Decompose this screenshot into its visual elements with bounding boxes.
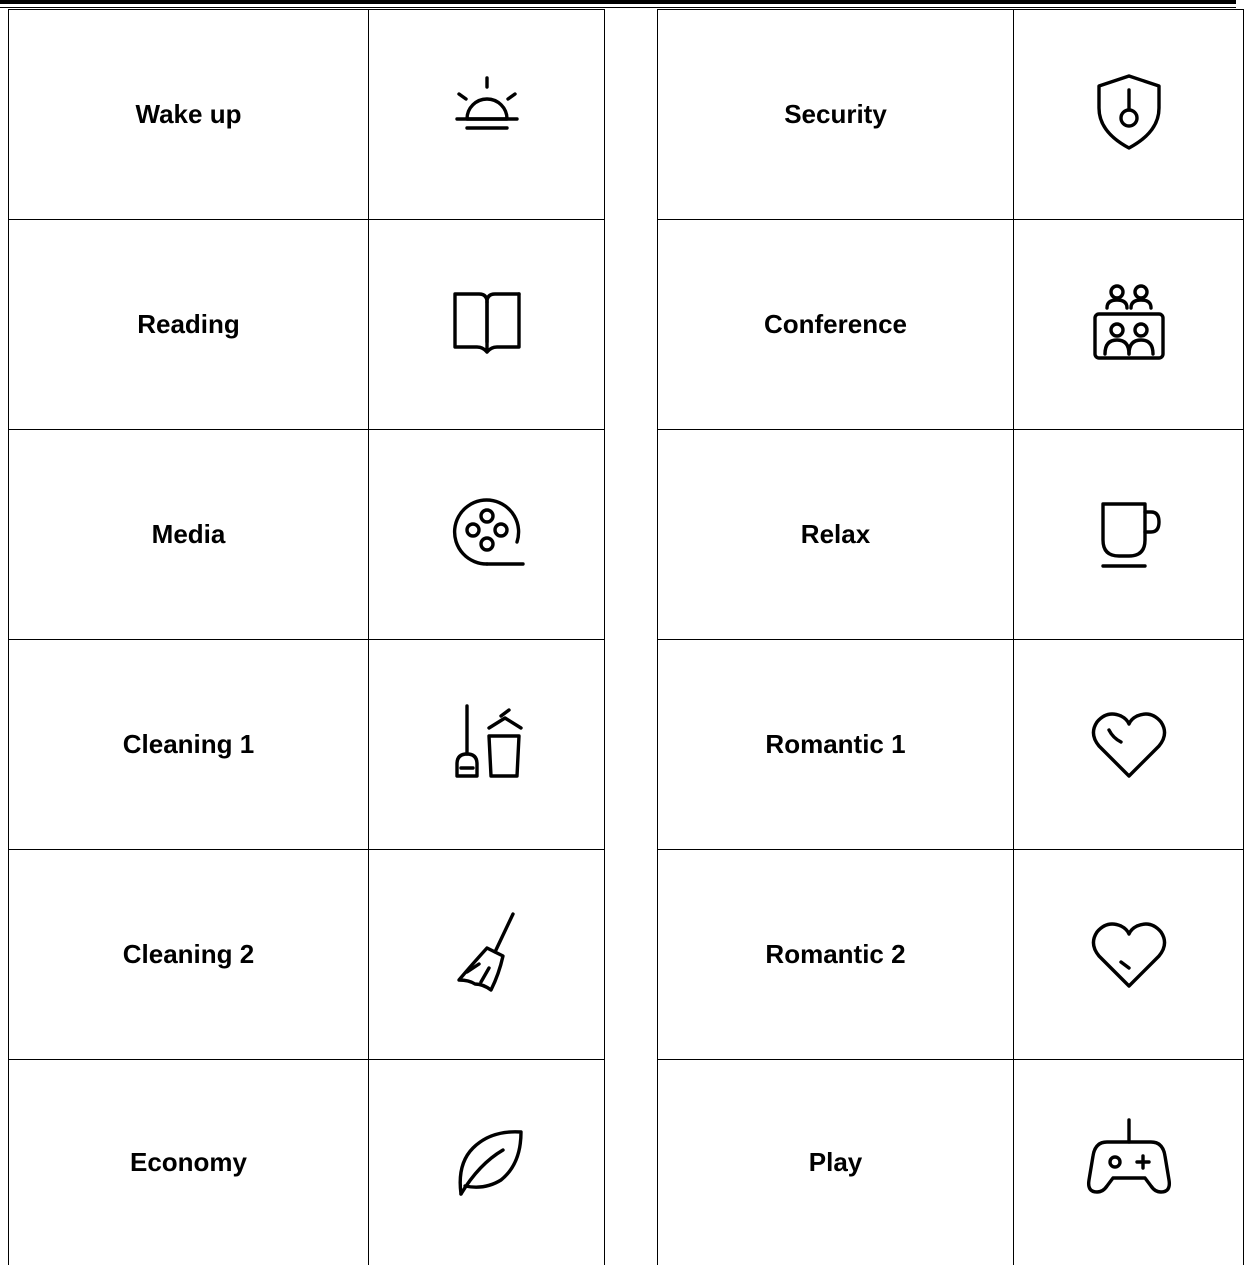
scene-label: Conference <box>763 309 908 339</box>
label-cell: Economy <box>8 1059 369 1265</box>
scene-label: Cleaning 2 <box>122 939 255 969</box>
table-row: Romantic 2 <box>657 849 1244 1060</box>
label-cell: Play <box>657 1059 1014 1265</box>
table-row: Media <box>8 429 605 640</box>
top-rule-thick <box>0 0 1236 4</box>
label-cell: Romantic 2 <box>657 849 1014 1060</box>
heart-icon <box>1081 904 1177 1000</box>
scene-table-right: Security Conference Relax Romantic 1 Rom… <box>657 9 1244 1265</box>
icon-cell <box>1013 219 1244 430</box>
table-row: Romantic 1 <box>657 639 1244 850</box>
table-row: Wake up <box>8 9 605 220</box>
label-cell: Romantic 1 <box>657 639 1014 850</box>
table-row: Security <box>657 9 1244 220</box>
scene-label: Security <box>784 99 887 129</box>
scene-label: Cleaning 1 <box>122 729 255 759</box>
broom-icon <box>439 904 535 1000</box>
shield-key-icon <box>1081 64 1177 160</box>
icon-cell <box>368 1059 605 1265</box>
scene-label: Reading <box>137 309 240 339</box>
scene-label: Economy <box>129 1147 248 1177</box>
scene-label: Wake up <box>135 99 242 129</box>
sunrise-icon <box>439 64 535 160</box>
table-row: Economy <box>8 1059 605 1265</box>
icon-cell <box>1013 1059 1244 1265</box>
table-row: Cleaning 2 <box>8 849 605 1060</box>
label-cell: Reading <box>8 219 369 430</box>
leaf-icon <box>439 1112 535 1208</box>
scene-label: Romantic 2 <box>765 939 906 969</box>
label-cell: Media <box>8 429 369 640</box>
scene-label: Play <box>808 1147 863 1177</box>
icon-cell <box>1013 849 1244 1060</box>
icon-cell <box>368 219 605 430</box>
top-rule-thin <box>0 7 1236 8</box>
icon-cell <box>1013 639 1244 850</box>
scene-label: Media <box>151 519 226 549</box>
cup-icon <box>1081 484 1177 580</box>
icon-cell <box>368 639 605 850</box>
dustpan-trash-icon <box>439 694 535 790</box>
label-cell: Wake up <box>8 9 369 220</box>
icon-cell <box>368 429 605 640</box>
scene-table-left: Wake up Reading Media Cleaning 1 Cleanin… <box>8 9 605 1265</box>
table-row: Cleaning 1 <box>8 639 605 850</box>
icon-cell <box>368 9 605 220</box>
icon-cell <box>1013 429 1244 640</box>
label-cell: Conference <box>657 219 1014 430</box>
table-row: Play <box>657 1059 1244 1265</box>
meeting-people-icon <box>1081 274 1177 370</box>
gamepad-icon <box>1081 1112 1177 1208</box>
film-reel-icon <box>439 484 535 580</box>
scene-label: Romantic 1 <box>765 729 906 759</box>
heart-icon <box>1081 694 1177 790</box>
label-cell: Cleaning 1 <box>8 639 369 850</box>
table-row: Relax <box>657 429 1244 640</box>
open-book-icon <box>439 274 535 370</box>
label-cell: Cleaning 2 <box>8 849 369 1060</box>
label-cell: Relax <box>657 429 1014 640</box>
table-row: Reading <box>8 219 605 430</box>
label-cell: Security <box>657 9 1014 220</box>
icon-cell <box>1013 9 1244 220</box>
table-row: Conference <box>657 219 1244 430</box>
scene-label: Relax <box>800 519 871 549</box>
icon-cell <box>368 849 605 1060</box>
